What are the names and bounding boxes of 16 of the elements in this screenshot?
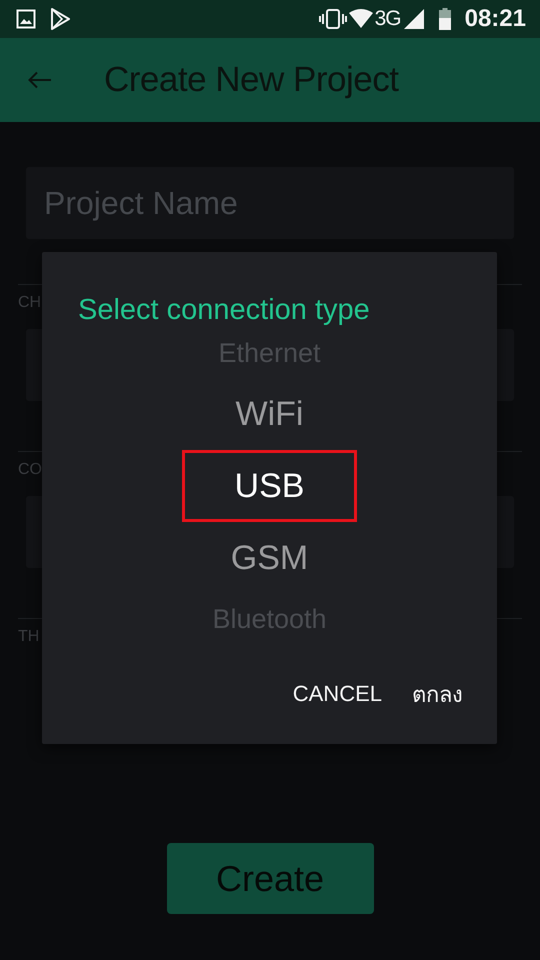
play-icon xyxy=(50,8,70,30)
screen-title: Create New Project xyxy=(104,60,398,100)
wifi-icon xyxy=(348,9,373,29)
vibrate-icon xyxy=(318,8,347,30)
network-type: 3G xyxy=(374,7,401,31)
signal-icon xyxy=(402,8,425,30)
picker-option[interactable]: WiFi xyxy=(160,378,380,450)
picker-option[interactable]: GSM xyxy=(160,522,380,594)
image-icon xyxy=(16,9,36,29)
back-arrow-icon xyxy=(28,71,52,89)
cancel-button[interactable]: CANCEL xyxy=(284,673,390,715)
battery-icon xyxy=(438,8,451,30)
dialog-title: Select connection type xyxy=(78,293,371,328)
clock: 08:21 xyxy=(464,5,526,33)
ok-button[interactable]: ตกลง xyxy=(404,668,471,720)
picker-option[interactable]: USB xyxy=(182,450,357,522)
